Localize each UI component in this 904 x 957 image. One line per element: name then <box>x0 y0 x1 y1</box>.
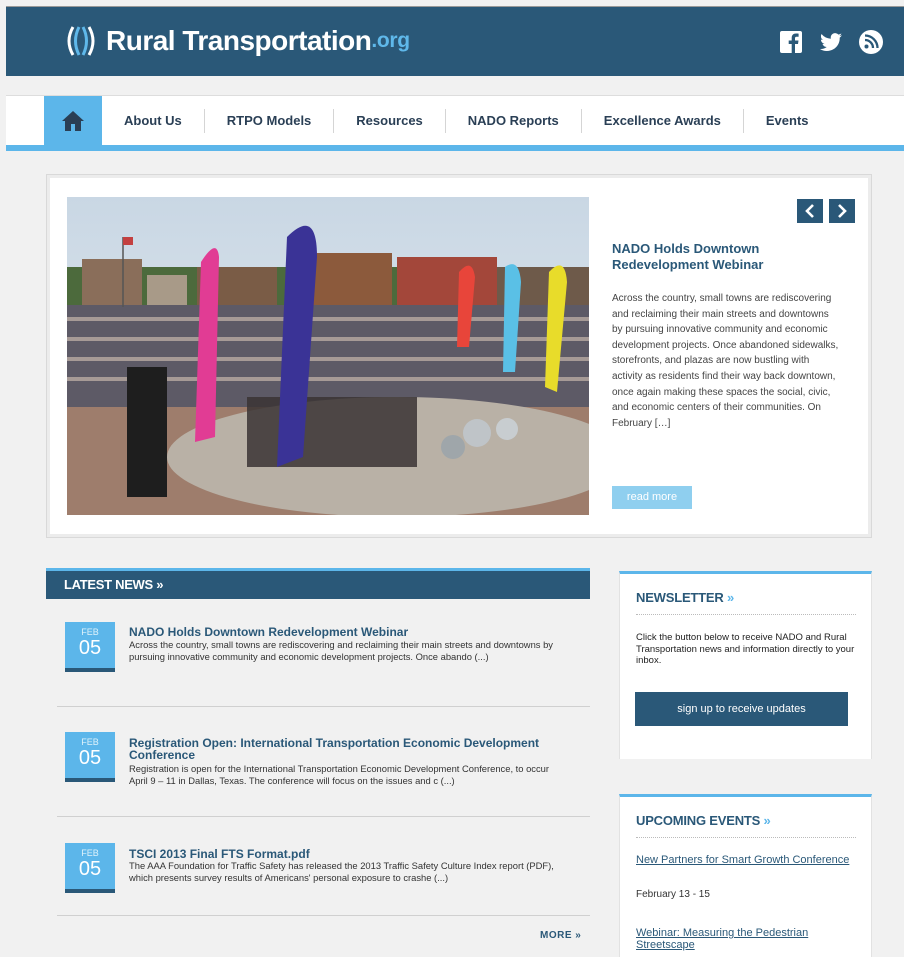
nav-item-about-us[interactable]: About Us <box>102 109 205 133</box>
logo-text: Rural Transportation <box>106 25 372 56</box>
events-title: UPCOMING EVENTS » <box>636 813 771 828</box>
box-divider <box>636 614 856 615</box>
read-more-button[interactable]: read more <box>612 486 692 509</box>
news-title[interactable]: TSCI 2013 Final FTS Format.pdf <box>129 848 579 860</box>
nav-home-button[interactable] <box>44 96 102 146</box>
news-day: 05 <box>78 637 102 659</box>
logo-org: .org <box>371 29 410 52</box>
chevron-right-icon <box>838 204 847 218</box>
newsletter-box: NEWSLETTER » Click the button below to r… <box>619 571 872 759</box>
news-excerpt: The AAA Foundation for Traffic Safety ha… <box>129 860 554 883</box>
news-excerpt: Registration is open for the Internation… <box>129 763 550 786</box>
nav-items: About Us RTPO Models Resources NADO Repo… <box>102 96 831 146</box>
more-news-link[interactable]: MORE » <box>540 930 581 941</box>
event-date: February 13 - 15 <box>636 889 710 900</box>
site-header: Rural Transportation .org <box>6 7 904 76</box>
double-chevron-icon: » <box>575 930 582 941</box>
news-title[interactable]: Registration Open: International Transpo… <box>129 737 579 761</box>
nav-item-resources[interactable]: Resources <box>334 109 446 133</box>
news-month: FEB <box>81 627 99 637</box>
logo-mark-icon <box>67 26 95 56</box>
news-month: FEB <box>81 737 99 747</box>
latest-news-title[interactable]: LATEST NEWS » <box>64 577 163 592</box>
slide-prev-button[interactable] <box>797 199 823 223</box>
news-divider <box>57 915 590 916</box>
double-chevron-icon: » <box>156 577 164 592</box>
event-link[interactable]: Webinar: Measuring the Pedestrian Street… <box>636 927 856 951</box>
upcoming-events-box: UPCOMING EVENTS » New Partners for Smart… <box>619 794 872 957</box>
slide-controls <box>797 199 855 223</box>
news-title[interactable]: NADO Holds Downtown Redevelopment Webina… <box>129 626 579 638</box>
nav-accent-bar <box>6 145 904 151</box>
slide-title[interactable]: NADO Holds Downtown Redevelopment Webina… <box>612 241 842 273</box>
latest-news-header: LATEST NEWS » <box>46 568 590 599</box>
news-date-badge: FEB 05 <box>65 622 115 672</box>
nav-item-rtpo-models[interactable]: RTPO Models <box>205 109 335 133</box>
slide-image[interactable] <box>67 197 589 515</box>
news-day: 05 <box>78 858 102 880</box>
nav-item-events[interactable]: Events <box>744 109 831 133</box>
slide-text: Across the country, small towns are redi… <box>612 293 839 429</box>
event-link[interactable]: New Partners for Smart Growth Conference <box>636 854 856 866</box>
site-logo[interactable]: Rural Transportation .org <box>64 21 410 61</box>
news-date-badge: FEB 05 <box>65 732 115 782</box>
facebook-icon[interactable] <box>778 29 804 55</box>
double-chevron-icon: » <box>726 590 735 605</box>
newsletter-signup-button[interactable]: sign up to receive updates <box>635 692 848 726</box>
news-excerpt: Across the country, small towns are redi… <box>129 639 553 662</box>
nav-item-excellence-awards[interactable]: Excellence Awards <box>582 109 744 133</box>
newsletter-text: Click the button below to receive NADO a… <box>636 632 855 666</box>
nav-item-nado-reports[interactable]: NADO Reports <box>446 109 582 133</box>
news-date-badge: FEB 05 <box>65 843 115 893</box>
social-links <box>778 29 884 55</box>
news-day: 05 <box>78 747 102 769</box>
double-chevron-icon: » <box>763 813 771 828</box>
twitter-icon[interactable] <box>818 29 844 55</box>
rss-icon[interactable] <box>858 29 884 55</box>
newsletter-title: NEWSLETTER » <box>636 590 735 605</box>
news-divider <box>57 816 590 817</box>
box-divider <box>636 837 856 838</box>
main-nav: About Us RTPO Models Resources NADO Repo… <box>6 95 904 146</box>
chevron-left-icon <box>805 204 814 218</box>
slide-next-button[interactable] <box>829 199 855 223</box>
news-divider <box>57 706 590 707</box>
featured-slider: NADO Holds Downtown Redevelopment Webina… <box>46 174 872 538</box>
home-icon <box>62 111 84 131</box>
news-month: FEB <box>81 848 99 858</box>
